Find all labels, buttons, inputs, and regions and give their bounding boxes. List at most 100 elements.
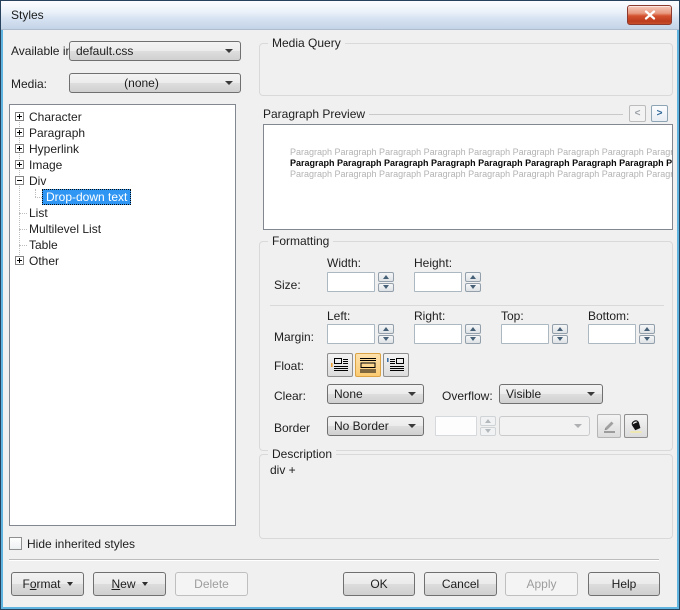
help-button[interactable]: Help [588,572,660,596]
tree-item-multilevel-list[interactable]: Multilevel List [10,221,235,237]
description-group-title: Description [268,447,336,461]
spin-down-button[interactable] [465,335,481,345]
ok-button[interactable]: OK [343,572,415,596]
spin-up-button[interactable] [639,324,655,334]
border-width-stepper [480,416,496,436]
margin-top-stepper[interactable] [552,324,568,344]
new-button-label: New [111,577,135,591]
arrow-up-icon [383,327,389,331]
expander-plus-icon[interactable] [15,112,24,121]
expander-plus-icon[interactable] [15,160,24,169]
chevron-down-icon [574,424,582,428]
preview-header-rule [369,114,623,115]
tree-item-div[interactable]: Div [10,173,235,189]
title-bar[interactable]: Styles [1,1,679,30]
media-select[interactable]: (none) [69,73,241,93]
border-select[interactable]: No Border [327,416,424,436]
tree-item-character[interactable]: Character [10,109,235,125]
float-left-button[interactable] [327,353,353,377]
background-color-button[interactable] [624,414,648,438]
float-none-icon [359,357,377,373]
arrow-down-icon [383,285,389,289]
tree-item-list[interactable]: List [10,205,235,221]
new-button[interactable]: New [93,572,166,596]
spin-up-button[interactable] [465,272,481,282]
apply-button-label: Apply [526,577,556,591]
tree-item-hyperlink[interactable]: Hyperlink [10,141,235,157]
float-label: Float: [274,359,304,373]
tree-item-image[interactable]: Image [10,157,235,173]
top-label: Top: [501,309,524,323]
margin-bottom-stepper[interactable] [639,324,655,344]
formatting-group: Formatting Width: Height: Size: Left: Ri… [259,241,673,451]
margin-right-stepper[interactable] [465,324,481,344]
tree-item-other[interactable]: Other [10,253,235,269]
chevron-right-icon: > [657,108,663,119]
margin-right-input[interactable] [414,324,462,344]
spin-down-button[interactable] [378,283,394,293]
preview-line: Paragraph Paragraph Paragraph Paragraph … [290,147,672,158]
expander-plus-icon[interactable] [15,144,24,153]
margin-left-input[interactable] [327,324,375,344]
spin-down-button[interactable] [378,335,394,345]
hide-inherited-label: Hide inherited styles [27,537,135,551]
width-input[interactable] [327,272,375,292]
margin-left-stepper[interactable] [378,324,394,344]
tree-item-label: List [29,206,48,220]
arrow-up-icon [644,327,650,331]
paragraph-preview-title: Paragraph Preview [263,107,365,121]
margin-bottom-input[interactable] [588,324,636,344]
height-input[interactable] [414,272,462,292]
arrow-down-icon [383,337,389,341]
media-query-group-title: Media Query [268,36,345,50]
left-label: Left: [327,309,350,323]
float-none-button[interactable] [355,353,381,377]
style-tree: Character Paragraph Hyperlink Image Div … [9,104,236,526]
preview-next-button[interactable]: > [651,105,668,122]
delete-button-label: Delete [194,577,229,591]
margin-top-input[interactable] [501,324,549,344]
expander-minus-icon[interactable] [15,176,24,185]
overflow-select[interactable]: Visible [499,384,603,404]
width-label: Width: [327,256,361,270]
dropdown-arrow-icon [67,582,73,586]
arrow-down-icon [470,285,476,289]
preview-line: Paragraph Paragraph Paragraph Paragraph … [290,169,672,180]
available-in-select[interactable]: default.css [69,41,241,61]
size-margin-divider [270,305,664,306]
spin-up-button[interactable] [378,272,394,282]
arrow-up-icon [485,419,491,423]
float-right-button[interactable] [383,353,409,377]
clear-select[interactable]: None [327,384,424,404]
chevron-left-icon: < [635,108,641,119]
spin-up-button[interactable] [552,324,568,334]
clear-label: Clear: [274,389,306,403]
size-label: Size: [274,278,301,292]
height-stepper[interactable] [465,272,481,292]
spin-down-button[interactable] [639,335,655,345]
arrow-down-icon [485,429,491,433]
float-left-icon [331,357,349,373]
format-button[interactable]: Format [11,572,84,596]
border-color-button[interactable] [597,414,621,438]
spin-up-button[interactable] [378,324,394,334]
border-label: Border [274,421,310,435]
preview-prev-button[interactable]: < [629,105,646,122]
cancel-button[interactable]: Cancel [424,572,497,596]
media-query-group: Media Query [259,43,673,96]
close-icon [644,10,656,20]
width-stepper[interactable] [378,272,394,292]
tree-item-dropdown-text[interactable]: Drop-down text [10,189,235,205]
spin-up-button[interactable] [465,324,481,334]
tree-item-label: Multilevel List [29,222,101,236]
tree-item-paragraph[interactable]: Paragraph [10,125,235,141]
tree-item-label: Table [29,238,58,252]
expander-plus-icon[interactable] [15,128,24,137]
tree-item-table[interactable]: Table [10,237,235,253]
close-button[interactable] [627,5,672,25]
expander-plus-icon[interactable] [15,256,24,265]
hide-inherited-checkbox[interactable] [9,537,22,550]
media-value: (none) [70,76,225,90]
spin-down-button[interactable] [552,335,568,345]
spin-down-button[interactable] [465,283,481,293]
